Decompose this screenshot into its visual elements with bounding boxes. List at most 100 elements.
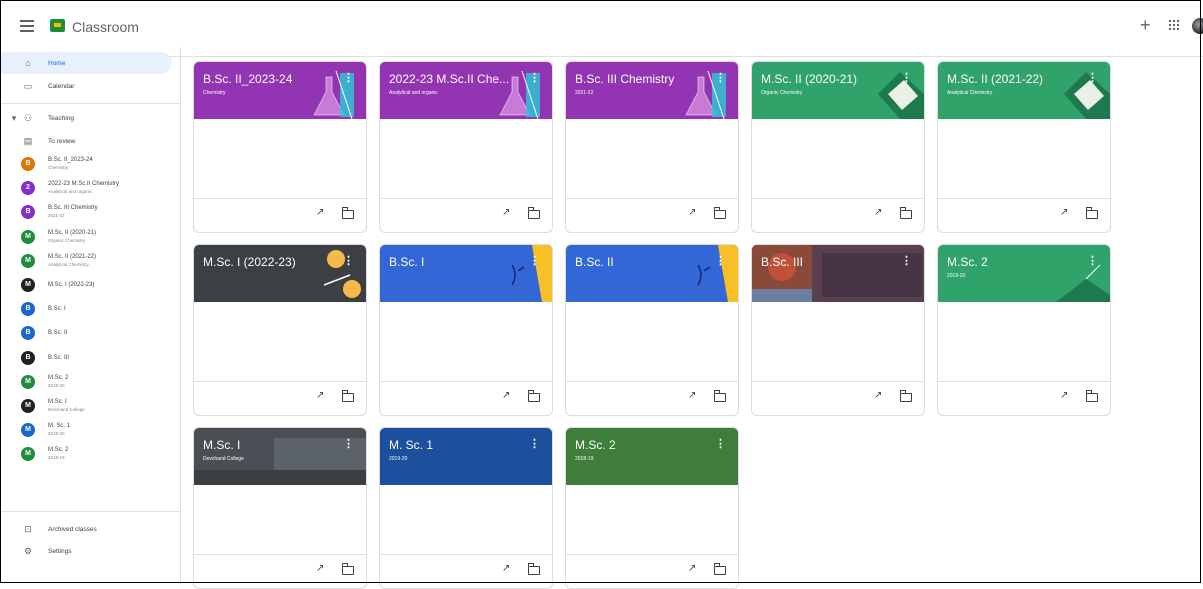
- sidebar-item-teaching[interactable]: ▾ ⚇ Teaching: [0, 107, 172, 129]
- trending-icon[interactable]: ↗: [874, 390, 882, 401]
- folder-icon[interactable]: [1085, 207, 1098, 219]
- folder-icon[interactable]: [713, 390, 726, 402]
- more-options-icon[interactable]: ⋮: [715, 254, 726, 267]
- app-title[interactable]: Classroom: [72, 19, 139, 35]
- class-card-title[interactable]: B.Sc. III: [761, 255, 803, 269]
- folder-icon[interactable]: [899, 207, 912, 219]
- trending-icon[interactable]: ↗: [688, 207, 696, 218]
- class-card[interactable]: M.Sc. II (2021-22) Analytical Chemistry ⋮ ↗: [937, 61, 1111, 233]
- class-card-header[interactable]: B.Sc. II_2023-24 Chemistry ⋮: [194, 62, 366, 119]
- sidebar-class-item[interactable]: M M.Sc. II (2020-21) Organic Chemistry: [0, 226, 178, 248]
- trending-icon[interactable]: ↗: [316, 207, 324, 218]
- trending-icon[interactable]: ↗: [316, 563, 324, 574]
- class-card-title[interactable]: M.Sc. II (2021-22): [947, 72, 1043, 86]
- more-options-icon[interactable]: ⋮: [901, 254, 912, 267]
- class-card-header[interactable]: M.Sc. II (2021-22) Analytical Chemistry ⋮: [938, 62, 1110, 119]
- class-card[interactable]: 2022-23 M.Sc.II Che... Analytical and org…: [379, 61, 553, 233]
- class-card[interactable]: M.Sc. I Devchand College ⋮ ↗: [193, 427, 367, 589]
- sidebar-class-item[interactable]: B B.Sc. II_2023-24 Chemistry: [0, 153, 178, 175]
- class-card-title[interactable]: M.Sc. 2: [947, 255, 988, 269]
- folder-icon[interactable]: [713, 207, 726, 219]
- class-card[interactable]: M.Sc. 2 2018-19 ⋮ ↗: [565, 427, 739, 589]
- account-avatar[interactable]: [1192, 18, 1203, 34]
- apps-grid-icon[interactable]: [1168, 19, 1179, 30]
- trending-icon[interactable]: ↗: [1060, 207, 1068, 218]
- class-card-header[interactable]: B.Sc. III Chemistry 2021-22 ⋮: [566, 62, 738, 119]
- class-card[interactable]: M.Sc. I (2022-23) ⋮ ↗: [193, 244, 367, 416]
- sidebar-class-item[interactable]: B B.Sc. III Chemistry 2021-22: [0, 201, 178, 223]
- class-card-title[interactable]: B.Sc. I: [389, 255, 424, 269]
- more-options-icon[interactable]: ⋮: [529, 71, 540, 84]
- more-options-icon[interactable]: ⋮: [343, 254, 354, 267]
- plus-icon[interactable]: +: [1140, 16, 1151, 34]
- sidebar-item-calendar[interactable]: ▭ Calendar: [0, 75, 172, 97]
- sidebar-class-item[interactable]: B B.Sc. III: [0, 347, 178, 369]
- more-options-icon[interactable]: ⋮: [343, 437, 354, 450]
- trending-icon[interactable]: ↗: [502, 207, 510, 218]
- class-card-title[interactable]: 2022-23 M.Sc.II Che...: [389, 72, 509, 86]
- trending-icon[interactable]: ↗: [316, 390, 324, 401]
- hamburger-menu-icon[interactable]: [20, 20, 34, 32]
- sidebar-item-settings[interactable]: ⚙ Settings: [0, 540, 172, 562]
- sidebar-class-item[interactable]: B B.Sc. I: [0, 298, 178, 320]
- folder-icon[interactable]: [713, 563, 726, 575]
- classroom-logo[interactable]: [50, 19, 65, 32]
- sidebar-class-item[interactable]: M M.Sc. I Devchand College: [0, 395, 178, 417]
- sidebar-item-archived[interactable]: ⊡ Archived classes: [0, 518, 172, 540]
- folder-icon[interactable]: [1085, 390, 1098, 402]
- class-card-title[interactable]: B.Sc. III Chemistry: [575, 72, 674, 86]
- trending-icon[interactable]: ↗: [874, 207, 882, 218]
- class-card[interactable]: M.Sc. 2 2019-20 ⋮ ↗: [937, 244, 1111, 416]
- class-card-title[interactable]: M.Sc. II (2020-21): [761, 72, 857, 86]
- class-card[interactable]: B.Sc. II ⋮ ↗: [565, 244, 739, 416]
- class-card[interactable]: B.Sc. III ⋮ ↗: [751, 244, 925, 416]
- class-card[interactable]: B.Sc. I ⋮ ↗: [379, 244, 553, 416]
- folder-icon[interactable]: [527, 207, 540, 219]
- class-card-header[interactable]: B.Sc. II ⋮: [566, 245, 738, 302]
- class-card-title[interactable]: B.Sc. II_2023-24: [203, 72, 292, 86]
- class-card[interactable]: B.Sc. II_2023-24 Chemistry ⋮ ↗: [193, 61, 367, 233]
- class-card-header[interactable]: M.Sc. 2 2018-19 ⋮: [566, 428, 738, 485]
- more-options-icon[interactable]: ⋮: [1087, 71, 1098, 84]
- class-card-header[interactable]: M.Sc. I Devchand College ⋮: [194, 428, 366, 485]
- folder-icon[interactable]: [341, 563, 354, 575]
- class-card[interactable]: M.Sc. II (2020-21) Organic Chemistry ⋮ ↗: [751, 61, 925, 233]
- trending-icon[interactable]: ↗: [502, 390, 510, 401]
- more-options-icon[interactable]: ⋮: [715, 71, 726, 84]
- sidebar-class-item[interactable]: M M.Sc. II (2021-22) Analytical Chemistry: [0, 250, 178, 272]
- class-card-header[interactable]: M.Sc. II (2020-21) Organic Chemistry ⋮: [752, 62, 924, 119]
- class-card[interactable]: B.Sc. III Chemistry 2021-22 ⋮ ↗: [565, 61, 739, 233]
- folder-icon[interactable]: [527, 390, 540, 402]
- class-card-header[interactable]: M.Sc. I (2022-23) ⋮: [194, 245, 366, 302]
- sidebar-class-item[interactable]: M M. Sc. 1 2019-20: [0, 419, 178, 441]
- more-options-icon[interactable]: ⋮: [1087, 254, 1098, 267]
- folder-icon[interactable]: [341, 207, 354, 219]
- class-card-title[interactable]: M.Sc. I: [203, 438, 240, 452]
- trending-icon[interactable]: ↗: [1060, 390, 1068, 401]
- trending-icon[interactable]: ↗: [502, 563, 510, 574]
- class-card[interactable]: M. Sc. 1 2019-20 ⋮ ↗: [379, 427, 553, 589]
- class-card-title[interactable]: M.Sc. I (2022-23): [203, 255, 296, 269]
- more-options-icon[interactable]: ⋮: [529, 437, 540, 450]
- sidebar-class-item[interactable]: M M.Sc. I (2022-23): [0, 274, 178, 296]
- more-options-icon[interactable]: ⋮: [715, 437, 726, 450]
- sidebar-class-item[interactable]: M M.Sc. 2 2018-19: [0, 443, 178, 465]
- trending-icon[interactable]: ↗: [688, 563, 696, 574]
- class-card-header[interactable]: 2022-23 M.Sc.II Che... Analytical and org…: [380, 62, 552, 119]
- class-card-title[interactable]: B.Sc. II: [575, 255, 614, 269]
- trending-icon[interactable]: ↗: [688, 390, 696, 401]
- more-options-icon[interactable]: ⋮: [343, 71, 354, 84]
- sidebar-item-to-review[interactable]: ▤ To review: [0, 130, 172, 152]
- class-card-header[interactable]: B.Sc. I ⋮: [380, 245, 552, 302]
- more-options-icon[interactable]: ⋮: [901, 71, 912, 84]
- sidebar-class-item[interactable]: 2 2022-23 M.Sc.II Chemistry Analytical and…: [0, 177, 178, 199]
- sidebar-item-home[interactable]: ⌂ Home: [0, 52, 172, 74]
- class-card-title[interactable]: M.Sc. 2: [575, 438, 616, 452]
- folder-icon[interactable]: [899, 390, 912, 402]
- class-card-title[interactable]: M. Sc. 1: [389, 438, 433, 452]
- class-card-header[interactable]: B.Sc. III ⋮: [752, 245, 924, 302]
- class-card-header[interactable]: M.Sc. 2 2019-20 ⋮: [938, 245, 1110, 302]
- sidebar-class-item[interactable]: M M.Sc. 2 2019-20: [0, 371, 178, 393]
- sidebar-class-item[interactable]: B B.Sc. II: [0, 322, 178, 344]
- folder-icon[interactable]: [341, 390, 354, 402]
